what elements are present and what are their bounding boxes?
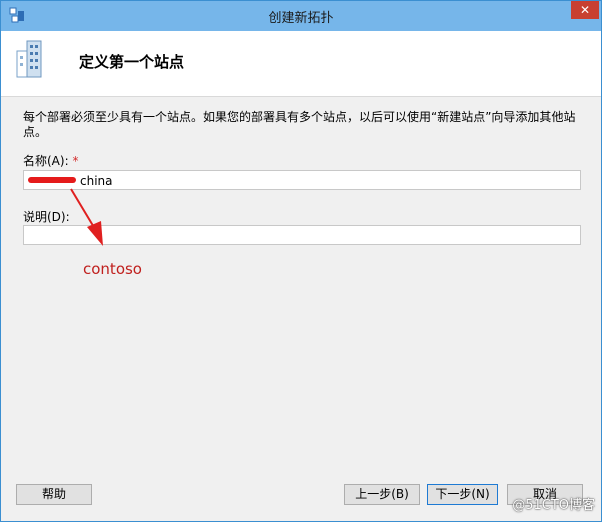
next-button[interactable]: 下一步(N): [427, 484, 498, 505]
dialog-window: 创建新拓扑 ✕ 定义第一个站点 每个部署必须至少具有一个站点。如果您的部署具有多…: [0, 0, 602, 522]
watermark: @51CTO博客: [512, 498, 595, 513]
back-button[interactable]: 上一步(B): [344, 484, 420, 505]
annotation-text: contoso: [83, 260, 142, 278]
help-button[interactable]: 帮助: [16, 484, 92, 505]
